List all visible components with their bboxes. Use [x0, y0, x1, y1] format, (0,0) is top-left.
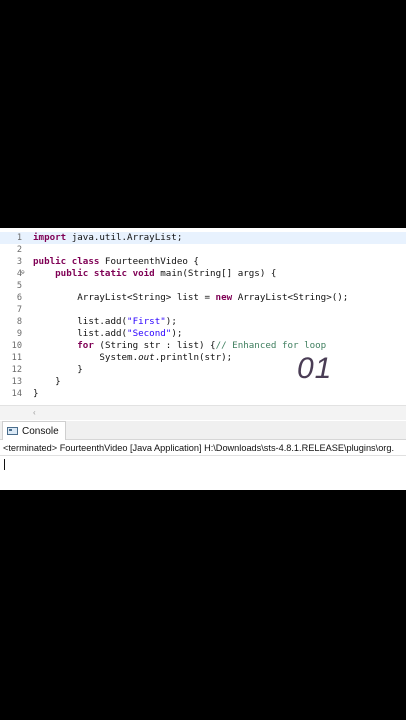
code-line[interactable]: 7	[0, 304, 406, 316]
line-number: 3	[16, 257, 22, 267]
code-line[interactable]: 4 ⊖ public static void main(String[] args…	[0, 268, 406, 280]
code-text: import java.util.ArrayList;	[33, 232, 182, 244]
console-tab-bar: Console	[0, 421, 406, 440]
code-line[interactable]: 10 for (String str : list) {// Enhanced …	[0, 340, 406, 352]
line-number: 11	[11, 353, 22, 363]
code-token: }	[33, 364, 83, 375]
line-number: 7	[16, 305, 22, 315]
console-output[interactable]	[0, 456, 406, 490]
keyword-token: public class	[33, 256, 100, 267]
code-text: list.add("First");	[33, 316, 177, 328]
line-number: 6	[16, 293, 22, 303]
code-text: list.add("Second");	[33, 328, 182, 340]
code-text: ArrayList<String> list = new ArrayList<S…	[33, 292, 348, 304]
code-token: list.add(	[33, 316, 128, 327]
code-token: .println(str);	[154, 352, 233, 363]
code-token: FourteenthVideo {	[99, 256, 199, 267]
video-overlay-number: 01	[297, 352, 333, 385]
code-text: for (String str : list) {// Enhanced for…	[33, 340, 326, 352]
code-line[interactable]: 6 ArrayList<String> list = new ArrayList…	[0, 292, 406, 304]
console-terminated-status: <terminated> FourteenthVideo [Java Appli…	[0, 441, 406, 456]
line-number: 8	[16, 317, 22, 327]
code-token: (String str : list) {	[93, 340, 216, 351]
line-number: 9	[16, 329, 22, 339]
code-token: );	[165, 316, 177, 327]
keyword-token: new	[215, 292, 233, 303]
text-caret	[4, 459, 5, 470]
console-tab-label: Console	[22, 425, 59, 437]
line-number: 4	[16, 269, 22, 279]
code-line[interactable]: 5	[0, 280, 406, 292]
tab-console[interactable]: Console	[2, 421, 66, 440]
code-token: main(String[] args) {	[154, 268, 277, 279]
string-token: "Second"	[127, 328, 172, 339]
code-text: public static void main(String[] args) {	[33, 268, 276, 280]
code-token: java.util.ArrayList;	[66, 232, 183, 243]
code-token: System.	[33, 352, 139, 363]
code-line[interactable]: 8 list.add("First");	[0, 316, 406, 328]
code-token: ArrayList<String>();	[232, 292, 349, 303]
string-token: "First"	[127, 316, 166, 327]
line-number: 13	[11, 377, 22, 387]
code-line[interactable]: 11 System.out.println(str);	[0, 352, 406, 364]
code-token: );	[171, 328, 183, 339]
line-number: 10	[11, 341, 22, 351]
console-icon	[7, 427, 18, 435]
code-line[interactable]: 9 list.add("Second");	[0, 328, 406, 340]
code-line[interactable]: 14}	[0, 388, 406, 400]
code-editor[interactable]: 1 import java.util.ArrayList; 2 3 public cla…	[0, 228, 406, 404]
line-number: 14	[11, 389, 22, 399]
ide-window: 1 import java.util.ArrayList; 2 3 public cla…	[0, 228, 406, 490]
fold-toggle-icon[interactable]: ⊖	[21, 269, 27, 277]
line-number: 1	[16, 233, 22, 243]
code-line[interactable]: 12 }	[0, 364, 406, 376]
code-line[interactable]: 1 import java.util.ArrayList;	[0, 232, 406, 244]
code-token: list.add(	[33, 328, 128, 339]
line-number: 5	[16, 281, 22, 291]
code-text: public class FourteenthVideo {	[33, 256, 199, 268]
code-line[interactable]: 13 }	[0, 376, 406, 388]
code-text: }	[33, 376, 61, 388]
editor-horizontal-scrollbar[interactable]: ‹	[0, 405, 406, 420]
comment-token: // Enhanced for loop	[215, 340, 327, 351]
code-token: out	[138, 352, 155, 363]
code-line[interactable]: 3 public class FourteenthVideo {	[0, 256, 406, 268]
scroll-left-arrow-icon[interactable]: ‹	[33, 406, 36, 420]
line-number: 12	[11, 365, 22, 375]
code-token: }	[33, 376, 61, 387]
code-line[interactable]: 2	[0, 244, 406, 256]
code-token: }	[33, 388, 39, 399]
code-text: System.out.println(str);	[33, 352, 232, 364]
keyword-token: import	[33, 232, 67, 243]
code-text: }	[33, 388, 39, 400]
code-token: ArrayList<String> list =	[33, 292, 216, 303]
keyword-token: public static void	[55, 268, 155, 279]
code-text: }	[33, 364, 83, 376]
line-number: 2	[16, 245, 22, 255]
keyword-token: for	[77, 340, 94, 351]
